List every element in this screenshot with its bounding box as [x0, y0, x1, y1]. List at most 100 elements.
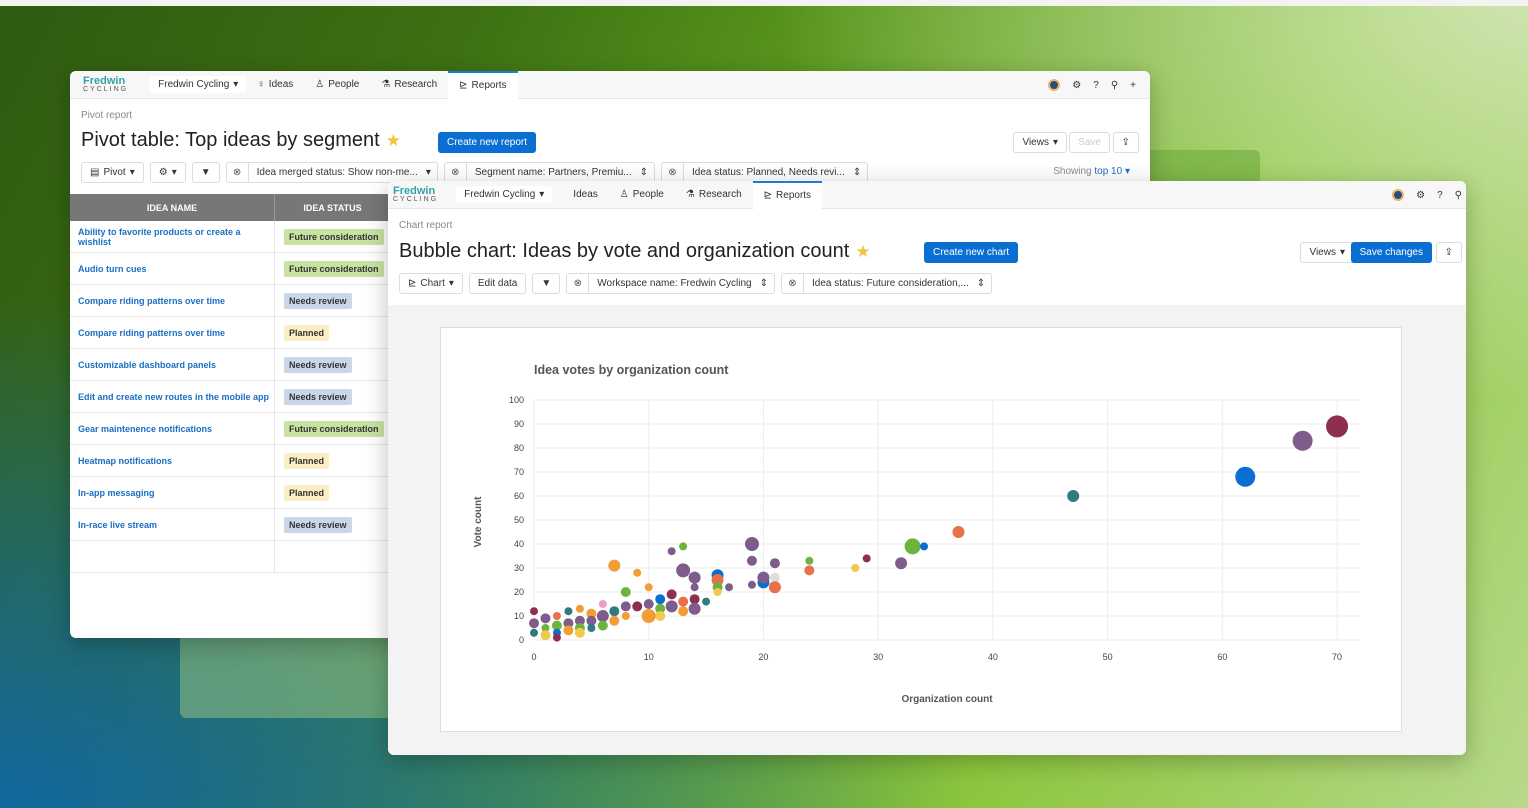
help-icon[interactable]: ?	[1437, 190, 1443, 201]
nav-ideas[interactable]: Ideas	[562, 181, 608, 209]
gear-icon[interactable]: ⚙	[1416, 190, 1425, 201]
create-new-chart-button[interactable]: Create new chart	[924, 242, 1019, 263]
plus-icon[interactable]: +	[1130, 80, 1136, 91]
remove-filter-icon[interactable]: ⊗	[662, 163, 684, 182]
bubble-point[interactable]	[598, 600, 607, 608]
bubble-point[interactable]	[530, 628, 538, 637]
star-icon[interactable]: ★	[386, 131, 401, 151]
share-icon[interactable]: ⇪	[1112, 132, 1139, 153]
bubble-point[interactable]	[862, 554, 871, 563]
remove-filter-icon[interactable]: ⊗	[445, 163, 467, 182]
bubble-point[interactable]	[805, 556, 814, 565]
bubble-point[interactable]	[620, 601, 631, 612]
idea-name-link[interactable]: Edit and create new routes in the mobile…	[70, 381, 275, 412]
star-icon[interactable]: ★	[855, 242, 870, 262]
bubble-point[interactable]	[688, 602, 701, 615]
showing-selector[interactable]: Showing top 10 ▾	[1053, 166, 1130, 177]
logo[interactable]: Fredwin CYCLING	[393, 185, 438, 204]
save-button[interactable]: Save	[1069, 132, 1110, 153]
idea-name-link[interactable]: In-app messaging	[70, 477, 275, 508]
idea-name-link[interactable]: Customizable dashboard panels	[70, 349, 275, 380]
idea-name-link[interactable]: Audio turn cues	[70, 253, 275, 284]
bubble-point[interactable]	[574, 627, 585, 638]
bubble-point[interactable]	[769, 572, 780, 583]
bubble-point[interactable]	[563, 625, 574, 636]
filter-button[interactable]: ▼	[191, 162, 220, 183]
idea-name-link[interactable]: Compare riding patterns over time	[70, 285, 275, 316]
bubble-point[interactable]	[920, 542, 929, 551]
views-button[interactable]: Views ▾	[1300, 242, 1354, 263]
bubble-point[interactable]	[540, 613, 551, 624]
avatar[interactable]	[1392, 189, 1405, 201]
idea-name-link[interactable]: Compare riding patterns over time	[70, 317, 275, 348]
filter-chip[interactable]: ⊗ Idea status: Future consideration,... …	[780, 273, 993, 294]
bubble-point[interactable]	[702, 597, 711, 606]
bubble-point[interactable]	[725, 583, 734, 592]
column-header[interactable]: IDEA STATUS	[275, 194, 390, 221]
bubble-point[interactable]	[676, 563, 691, 578]
nav-people[interactable]: ♙ People	[609, 181, 675, 209]
bubble-point[interactable]	[757, 571, 770, 584]
bubble-point[interactable]	[679, 542, 688, 551]
nav-research[interactable]: ⚗ Research	[370, 71, 448, 99]
bubble-point[interactable]	[768, 581, 781, 594]
bubble-point[interactable]	[643, 599, 654, 609]
workspace-selector[interactable]: Fredwin Cycling ▾	[150, 76, 247, 93]
bubble-point[interactable]	[851, 564, 860, 572]
filter-chip[interactable]: ⊗ Idea merged status: Show non-me... ▾	[225, 162, 438, 183]
bubble-point[interactable]	[689, 594, 700, 605]
bubble-point[interactable]	[769, 558, 780, 569]
bubble-point[interactable]	[746, 555, 757, 566]
bubble-point[interactable]	[1235, 466, 1256, 487]
bubble-point[interactable]	[1292, 430, 1313, 451]
gear-icon[interactable]: ⚙	[1072, 80, 1081, 91]
idea-name-link[interactable]: Heatmap notifications	[70, 445, 275, 476]
filter-chip[interactable]: ⊗ Workspace name: Fredwin Cycling ⇕	[566, 273, 775, 294]
settings-button[interactable]: ⚙ ▾	[149, 162, 186, 183]
bubble-point[interactable]	[632, 601, 643, 612]
bubble-point[interactable]	[713, 588, 722, 596]
bubble-point[interactable]	[575, 604, 584, 613]
workspace-selector[interactable]: Fredwin Cycling ▾	[456, 186, 553, 203]
bubble-point[interactable]	[1067, 490, 1080, 502]
remove-filter-icon[interactable]: ⊗	[782, 274, 804, 293]
bubble-point[interactable]	[552, 612, 561, 620]
remove-filter-icon[interactable]: ⊗	[567, 274, 590, 293]
bubble-point[interactable]	[665, 600, 678, 613]
bubble-point[interactable]	[952, 526, 965, 538]
bubble-point[interactable]	[620, 587, 631, 597]
idea-name-link[interactable]: Gear maintenence notifications	[70, 413, 275, 444]
bubble-point[interactable]	[609, 606, 620, 617]
bubble-point[interactable]	[747, 580, 756, 589]
bubble-point[interactable]	[690, 583, 699, 592]
bubble-point[interactable]	[564, 607, 573, 616]
bubble-point[interactable]	[540, 630, 551, 641]
bubble-point[interactable]	[621, 612, 630, 620]
views-button[interactable]: Views ▾	[1013, 132, 1067, 153]
filter-button[interactable]: ▼	[532, 273, 561, 294]
nav-people[interactable]: ♙ People	[304, 71, 370, 99]
chart-type-button[interactable]: ⊵ Chart ▾	[399, 273, 463, 294]
column-header[interactable]: IDEA NAME	[70, 194, 275, 221]
remove-filter-icon[interactable]: ⊗	[227, 163, 249, 182]
bubble-point[interactable]	[744, 537, 759, 551]
search-icon[interactable]: ⚲	[1111, 80, 1118, 91]
bubble-point[interactable]	[529, 618, 539, 629]
pivot-button[interactable]: ▤ Pivot ▾	[81, 162, 144, 183]
idea-name-link[interactable]: In-race live stream	[70, 509, 275, 540]
nav-reports[interactable]: ⊵ Reports	[752, 181, 823, 209]
bubble-point[interactable]	[609, 615, 620, 626]
create-new-report-button[interactable]: Create new report	[438, 132, 537, 153]
avatar[interactable]	[1048, 79, 1061, 91]
filter-chip[interactable]: ⊗ Segment name: Partners, Premiu... ⇕	[443, 162, 655, 183]
bubble-point[interactable]	[688, 571, 701, 584]
edit-data-button[interactable]: Edit data	[468, 273, 527, 294]
share-icon[interactable]: ⇪	[1435, 242, 1462, 263]
nav-research[interactable]: ⚗ Research	[675, 181, 753, 209]
save-changes-button[interactable]: Save changes	[1350, 242, 1432, 263]
idea-name-link[interactable]: Ability to favorite products or create a…	[70, 221, 275, 252]
bubble-point[interactable]	[644, 583, 653, 592]
bubble-point[interactable]	[655, 611, 666, 621]
bubble-point[interactable]	[633, 568, 642, 577]
bubble-point[interactable]	[904, 538, 921, 555]
